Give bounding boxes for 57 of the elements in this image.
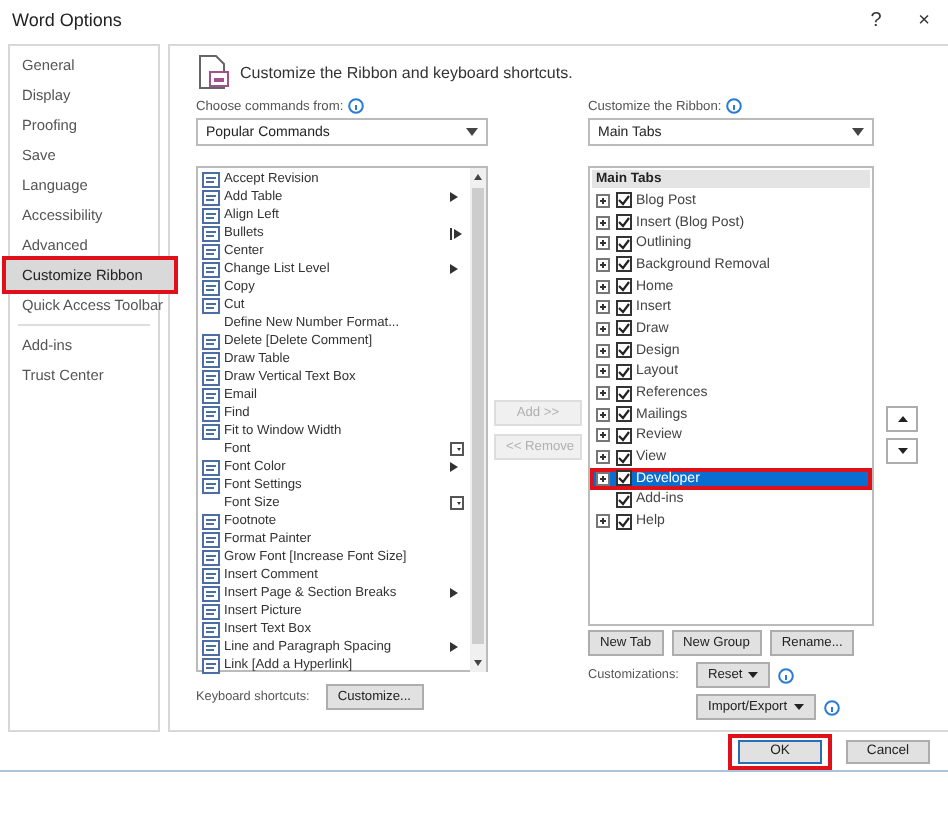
checkbox[interactable] (616, 363, 632, 380)
expand-icon[interactable] (596, 257, 610, 272)
expand-icon[interactable] (596, 386, 610, 401)
info-icon (347, 98, 364, 114)
combo-box-icon (450, 496, 464, 510)
combo-box-icon (450, 442, 464, 456)
expand-icon[interactable] (596, 300, 610, 315)
checkbox[interactable] (616, 278, 632, 295)
caret-icon (748, 672, 759, 678)
checkbox[interactable] (616, 406, 632, 423)
up-arrow-icon (897, 416, 907, 422)
checkbox[interactable] (616, 299, 632, 316)
expand-icon[interactable] (596, 428, 610, 443)
checkbox[interactable] (616, 491, 632, 508)
caret-icon (793, 704, 804, 710)
checkbox[interactable] (616, 256, 632, 273)
submenu-arrow-icon (450, 462, 458, 472)
expand-icon[interactable] (596, 407, 610, 422)
expand-icon[interactable] (596, 364, 610, 379)
expand-icon[interactable] (596, 279, 610, 294)
checkbox[interactable] (616, 192, 632, 209)
submenu-arrow-icon (450, 192, 458, 202)
scrollbar[interactable] (470, 168, 486, 672)
checkbox[interactable] (616, 385, 632, 402)
caret-icon (466, 128, 478, 136)
info-icon (823, 699, 840, 715)
caret-icon (852, 128, 864, 136)
expand-icon[interactable] (596, 450, 610, 465)
checkbox[interactable] (616, 427, 632, 444)
document-icon (196, 54, 232, 90)
window-title: Word Options (12, 10, 124, 30)
expand-icon[interactable] (596, 471, 610, 486)
checkbox[interactable] (616, 449, 632, 466)
checkbox[interactable] (616, 235, 632, 252)
submenu-arrow-icon (450, 642, 458, 652)
expand-icon[interactable] (596, 236, 610, 251)
expand-icon[interactable] (596, 343, 610, 358)
expand-icon[interactable] (596, 514, 610, 529)
checkbox[interactable] (616, 342, 632, 359)
move-down-button[interactable] (886, 438, 918, 464)
checkbox[interactable] (616, 470, 632, 487)
help-button[interactable]: ? (852, 2, 900, 38)
info-icon (778, 667, 795, 683)
checkbox[interactable] (616, 513, 632, 530)
submenu-arrow-icon (450, 264, 458, 274)
checkbox[interactable] (616, 214, 632, 231)
close-button[interactable]: × (900, 2, 948, 38)
checkbox[interactable] (616, 320, 632, 337)
expand-icon[interactable] (596, 193, 610, 208)
expand-icon[interactable] (596, 215, 610, 230)
move-up-button[interactable] (886, 406, 918, 432)
expand-icon[interactable] (596, 321, 610, 336)
submenu-arrow-icon (450, 588, 458, 598)
split-arrow-icon (450, 227, 462, 239)
info-icon (725, 98, 742, 114)
section-heading: Customize the Ribbon and keyboard shortcuts. (240, 63, 573, 81)
down-arrow-icon (897, 448, 907, 454)
